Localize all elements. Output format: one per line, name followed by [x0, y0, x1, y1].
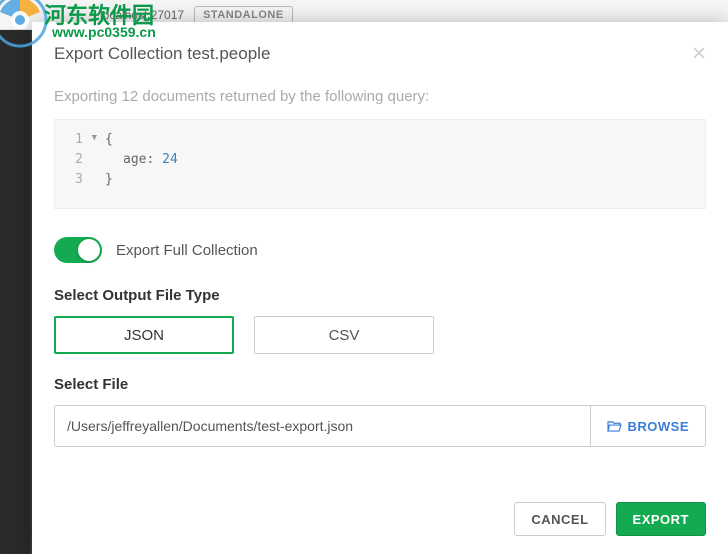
modal-footer: CANCEL EXPORT: [32, 486, 728, 554]
browse-label: BROWSE: [628, 419, 690, 434]
line-number: 2: [55, 150, 95, 170]
file-path-input[interactable]: [55, 406, 590, 446]
modal-title: Export Collection test.people: [54, 44, 270, 64]
app-sidebar: [0, 0, 30, 554]
filetype-json-button[interactable]: JSON: [54, 316, 234, 354]
host-label: localhost:27017: [100, 8, 184, 22]
line-number: 1 ▼: [55, 130, 95, 150]
modal-header: Export Collection test.people ×: [32, 22, 728, 80]
line-number: 3: [55, 170, 95, 190]
cancel-button[interactable]: CANCEL: [514, 502, 605, 536]
toggle-knob: [78, 239, 100, 261]
fold-icon[interactable]: ▼: [92, 132, 97, 146]
code-text: }: [95, 170, 113, 190]
export-full-toggle-row: Export Full Collection: [54, 237, 706, 263]
query-description: Exporting 12 documents returned by the f…: [54, 88, 706, 105]
selectfile-section-label: Select File: [54, 376, 706, 393]
browse-button[interactable]: BROWSE: [590, 406, 706, 446]
query-code-block: 1 ▼ { 2 age: 24 3 }: [54, 119, 706, 209]
export-modal: Export Collection test.people × Exportin…: [32, 22, 728, 554]
filetype-section-label: Select Output File Type: [54, 287, 706, 304]
folder-open-icon: [607, 420, 622, 432]
toggle-label: Export Full Collection: [116, 242, 258, 259]
code-line: 1 ▼ {: [55, 130, 705, 150]
code-text: {: [95, 130, 113, 150]
modal-body: Exporting 12 documents returned by the f…: [32, 80, 728, 486]
code-text: age: 24: [95, 150, 178, 170]
export-button[interactable]: EXPORT: [616, 502, 706, 536]
export-full-toggle[interactable]: [54, 237, 102, 263]
file-input-row: BROWSE: [54, 405, 706, 447]
close-icon[interactable]: ×: [692, 42, 706, 66]
code-line: 3 }: [55, 170, 705, 190]
code-line: 2 age: 24: [55, 150, 705, 170]
filetype-buttons: JSON CSV: [54, 316, 706, 354]
filetype-csv-button[interactable]: CSV: [254, 316, 434, 354]
mode-badge: STANDALONE: [194, 6, 293, 24]
